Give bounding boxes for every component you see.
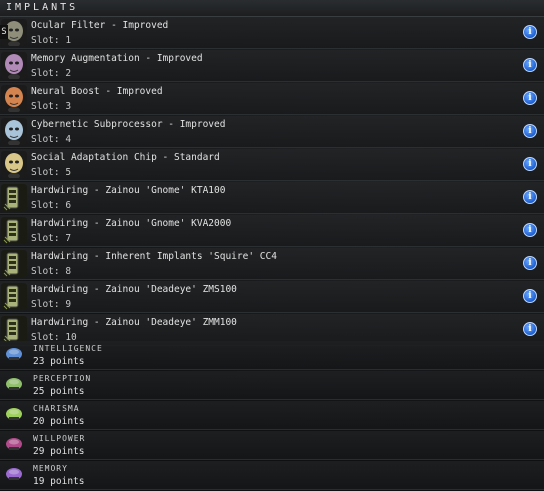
attribute-points: 20 points <box>33 416 85 427</box>
social-adaptation-icon <box>1 151 27 178</box>
hardwiring-icon <box>1 184 27 211</box>
memory-augmentation-icon <box>1 52 27 79</box>
implants-window: IMPLANTS S Ocular Filter - Improved Slot: … <box>0 0 544 491</box>
implant-slot: Slot: 5 <box>31 167 72 178</box>
charisma-icon <box>5 406 23 422</box>
implant-row[interactable]: S Ocular Filter - Improved Slot: 1 i <box>0 17 544 49</box>
implant-row[interactable]: Hardwiring - Zainou 'Gnome' KTA100 Slot: … <box>0 182 544 214</box>
hardwiring-icon <box>1 250 27 277</box>
attribute-points: 29 points <box>33 446 85 457</box>
attribute-row: INTELLIGENCE 23 points <box>0 341 544 370</box>
implant-name: Hardwiring - Zainou 'Deadeye' ZMS100 <box>31 284 237 295</box>
implants-header: IMPLANTS <box>0 0 544 17</box>
cybernetic-subprocessor-icon <box>1 118 27 145</box>
neural-boost-icon <box>1 85 27 112</box>
attribute-name: WILLPOWER <box>33 434 86 443</box>
implant-row[interactable]: Social Adaptation Chip - Standard Slot: 5… <box>0 149 544 181</box>
implant-row[interactable]: Neural Boost - Improved Slot: 3 i <box>0 83 544 115</box>
attribute-points: 25 points <box>33 386 85 397</box>
attribute-row: WILLPOWER 29 points <box>0 431 544 460</box>
attribute-points: 19 points <box>33 476 85 487</box>
attribute-row: CHARISMA 20 points <box>0 401 544 430</box>
perception-icon <box>5 376 23 392</box>
implant-name: Hardwiring - Zainou 'Deadeye' ZMM100 <box>31 317 237 328</box>
slot-marker: S <box>0 25 8 39</box>
implant-name: Memory Augmentation - Improved <box>31 53 203 64</box>
info-icon[interactable]: i <box>523 91 537 105</box>
info-icon[interactable]: i <box>523 124 537 138</box>
info-icon[interactable]: i <box>523 190 537 204</box>
implant-slot: Slot: 4 <box>31 134 72 145</box>
implant-slot: Slot: 7 <box>31 233 72 244</box>
attribute-list: INTELLIGENCE 23 points PERCEPTION 25 points… <box>0 341 544 491</box>
info-icon[interactable]: i <box>523 289 537 303</box>
info-icon[interactable]: i <box>523 25 537 39</box>
hardwiring-icon <box>1 316 27 343</box>
attribute-name: MEMORY <box>33 464 68 473</box>
attribute-name: PERCEPTION <box>33 374 92 383</box>
implant-row[interactable]: Cybernetic Subprocessor - Improved Slot: … <box>0 116 544 148</box>
hardwiring-icon <box>1 283 27 310</box>
info-icon[interactable]: i <box>523 223 537 237</box>
info-icon[interactable]: i <box>523 58 537 72</box>
attribute-name: CHARISMA <box>33 404 80 413</box>
memory-icon <box>5 466 23 482</box>
intelligence-icon <box>5 346 23 362</box>
willpower-icon <box>5 436 23 452</box>
attribute-row: MEMORY 19 points <box>0 461 544 490</box>
implant-name: Social Adaptation Chip - Standard <box>31 152 220 163</box>
implant-row[interactable]: Hardwiring - Zainou 'Gnome' KVA2000 Slot:… <box>0 215 544 247</box>
implant-list: S Ocular Filter - Improved Slot: 1 i Memory … <box>0 17 544 347</box>
implant-name: Hardwiring - Zainou 'Gnome' KVA2000 <box>31 218 232 229</box>
hardwiring-icon <box>1 217 27 244</box>
implant-row[interactable]: Hardwiring - Inherent Implants 'Squire' … <box>0 248 544 280</box>
implant-slot: Slot: 9 <box>31 299 72 310</box>
attribute-name: INTELLIGENCE <box>33 344 103 353</box>
implant-row[interactable]: Memory Augmentation - Improved Slot: 2 i <box>0 50 544 82</box>
implant-name: Hardwiring - Zainou 'Gnome' KTA100 <box>31 185 226 196</box>
implant-slot: Slot: 6 <box>31 200 72 211</box>
implant-name: Ocular Filter - Improved <box>31 20 169 31</box>
implant-name: Hardwiring - Inherent Implants 'Squire' … <box>31 251 277 262</box>
info-icon[interactable]: i <box>523 322 537 336</box>
implant-slot: Slot: 1 <box>31 35 72 46</box>
implant-name: Cybernetic Subprocessor - Improved <box>31 119 226 130</box>
implant-name: Neural Boost - Improved <box>31 86 163 97</box>
attribute-points: 23 points <box>33 356 85 367</box>
implant-slot: Slot: 8 <box>31 266 72 277</box>
info-icon[interactable]: i <box>523 256 537 270</box>
attribute-row: PERCEPTION 25 points <box>0 371 544 400</box>
section-title: IMPLANTS <box>6 2 79 13</box>
implant-slot: Slot: 3 <box>31 101 72 112</box>
info-icon[interactable]: i <box>523 157 537 171</box>
implant-slot: Slot: 2 <box>31 68 72 79</box>
implant-row[interactable]: Hardwiring - Zainou 'Deadeye' ZMS100 Slot… <box>0 281 544 313</box>
